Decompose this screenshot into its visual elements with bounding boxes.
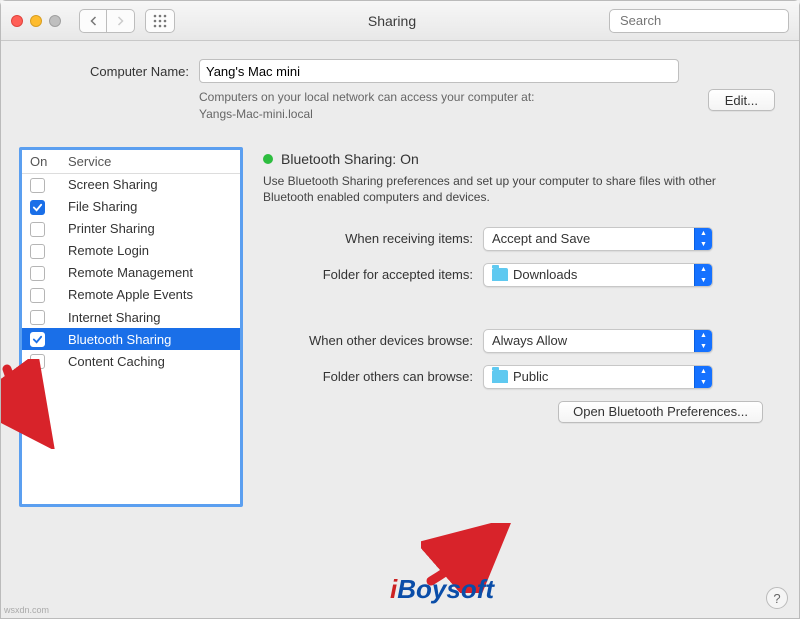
service-row[interactable]: Remote Login	[22, 240, 240, 262]
chevron-right-icon	[116, 16, 125, 26]
col-service: Service	[60, 150, 240, 174]
service-checkbox[interactable]	[30, 332, 45, 347]
select-stepper-icon: ▲▼	[694, 330, 712, 352]
service-row[interactable]: Remote Apple Events	[22, 284, 240, 306]
folder-icon	[492, 370, 508, 383]
service-label: Remote Login	[60, 240, 240, 262]
back-button[interactable]	[79, 9, 107, 33]
description-text: Use Bluetooth Sharing preferences and se…	[263, 173, 723, 205]
service-checkbox[interactable]	[30, 288, 45, 303]
accept-folder-label: Folder for accepted items:	[263, 267, 473, 282]
service-label: Remote Apple Events	[60, 284, 240, 306]
service-row[interactable]: File Sharing	[22, 196, 240, 218]
content-area: Computer Name: Computers on your local n…	[1, 41, 799, 618]
service-label: Internet Sharing	[60, 306, 240, 328]
service-row[interactable]: Remote Management	[22, 262, 240, 284]
close-window-button[interactable]	[11, 15, 23, 27]
window-traffic-lights	[11, 15, 61, 27]
show-all-button[interactable]	[145, 9, 175, 33]
search-field[interactable]	[609, 9, 789, 33]
accept-folder-select[interactable]: Downloads ▲▼	[483, 263, 713, 287]
receive-value: Accept and Save	[484, 231, 694, 246]
info-line-2: Yangs-Mac-mini.local	[199, 107, 313, 121]
service-label: Bluetooth Sharing	[60, 328, 240, 350]
service-checkbox[interactable]	[30, 200, 45, 215]
main-row: On Service Screen SharingFile SharingPri…	[19, 147, 781, 507]
window-title: Sharing	[185, 13, 599, 29]
service-checkbox[interactable]	[30, 266, 45, 281]
service-label: File Sharing	[60, 196, 240, 218]
service-checkbox[interactable]	[30, 310, 45, 325]
info-line-1: Computers on your local network can acce…	[199, 90, 534, 104]
service-list[interactable]: On Service Screen SharingFile SharingPri…	[19, 147, 243, 507]
browse-value: Always Allow	[484, 333, 694, 348]
service-checkbox[interactable]	[30, 222, 45, 237]
maximize-window-button	[49, 15, 61, 27]
search-input[interactable]	[620, 13, 796, 28]
browse-folder-value: Public	[513, 369, 548, 384]
service-label: Remote Management	[60, 262, 240, 284]
select-stepper-icon: ▲▼	[694, 366, 712, 388]
service-label: Content Caching	[60, 350, 240, 372]
browse-folder-select[interactable]: Public ▲▼	[483, 365, 713, 389]
select-stepper-icon: ▲▼	[694, 264, 712, 286]
local-network-info: Computers on your local network can acce…	[199, 89, 781, 123]
open-bluetooth-prefs-button[interactable]: Open Bluetooth Preferences...	[558, 401, 763, 423]
help-button[interactable]: ?	[766, 587, 788, 609]
chevron-left-icon	[89, 16, 98, 26]
service-checkbox[interactable]	[30, 244, 45, 259]
service-row[interactable]: Internet Sharing	[22, 306, 240, 328]
service-row[interactable]: Screen Sharing	[22, 173, 240, 196]
col-on: On	[22, 150, 60, 174]
service-checkbox[interactable]	[30, 178, 45, 193]
folder-icon	[492, 268, 508, 281]
computer-name-label: Computer Name:	[69, 64, 189, 79]
service-row[interactable]: Content Caching	[22, 350, 240, 372]
accept-folder-value: Downloads	[513, 267, 577, 282]
nav-buttons	[79, 9, 135, 33]
edit-hostname-button[interactable]: Edit...	[708, 89, 775, 111]
service-row[interactable]: Printer Sharing	[22, 218, 240, 240]
status-text: Bluetooth Sharing: On	[281, 151, 419, 167]
service-checkbox[interactable]	[30, 354, 45, 369]
browse-folder-label: Folder others can browse:	[263, 369, 473, 384]
detail-pane: Bluetooth Sharing: On Use Bluetooth Shar…	[263, 147, 781, 507]
grid-icon	[153, 14, 167, 28]
select-stepper-icon: ▲▼	[694, 228, 712, 250]
receive-select[interactable]: Accept and Save ▲▼	[483, 227, 713, 251]
forward-button[interactable]	[107, 9, 135, 33]
service-label: Screen Sharing	[60, 173, 240, 196]
status-indicator-icon	[263, 154, 273, 164]
source-watermark: wsxdn.com	[4, 605, 49, 615]
browse-select[interactable]: Always Allow ▲▼	[483, 329, 713, 353]
watermark-logo: iBoysoft	[390, 574, 494, 605]
computer-name-row: Computer Name:	[69, 59, 781, 83]
service-label: Printer Sharing	[60, 218, 240, 240]
computer-name-field[interactable]	[199, 59, 679, 83]
minimize-window-button[interactable]	[30, 15, 42, 27]
browse-label: When other devices browse:	[263, 333, 473, 348]
receive-label: When receiving items:	[263, 231, 473, 246]
status-row: Bluetooth Sharing: On	[263, 151, 781, 167]
sharing-preferences-window: Sharing Computer Name: Computers on your…	[0, 0, 800, 619]
service-row[interactable]: Bluetooth Sharing	[22, 328, 240, 350]
titlebar: Sharing	[1, 1, 799, 41]
